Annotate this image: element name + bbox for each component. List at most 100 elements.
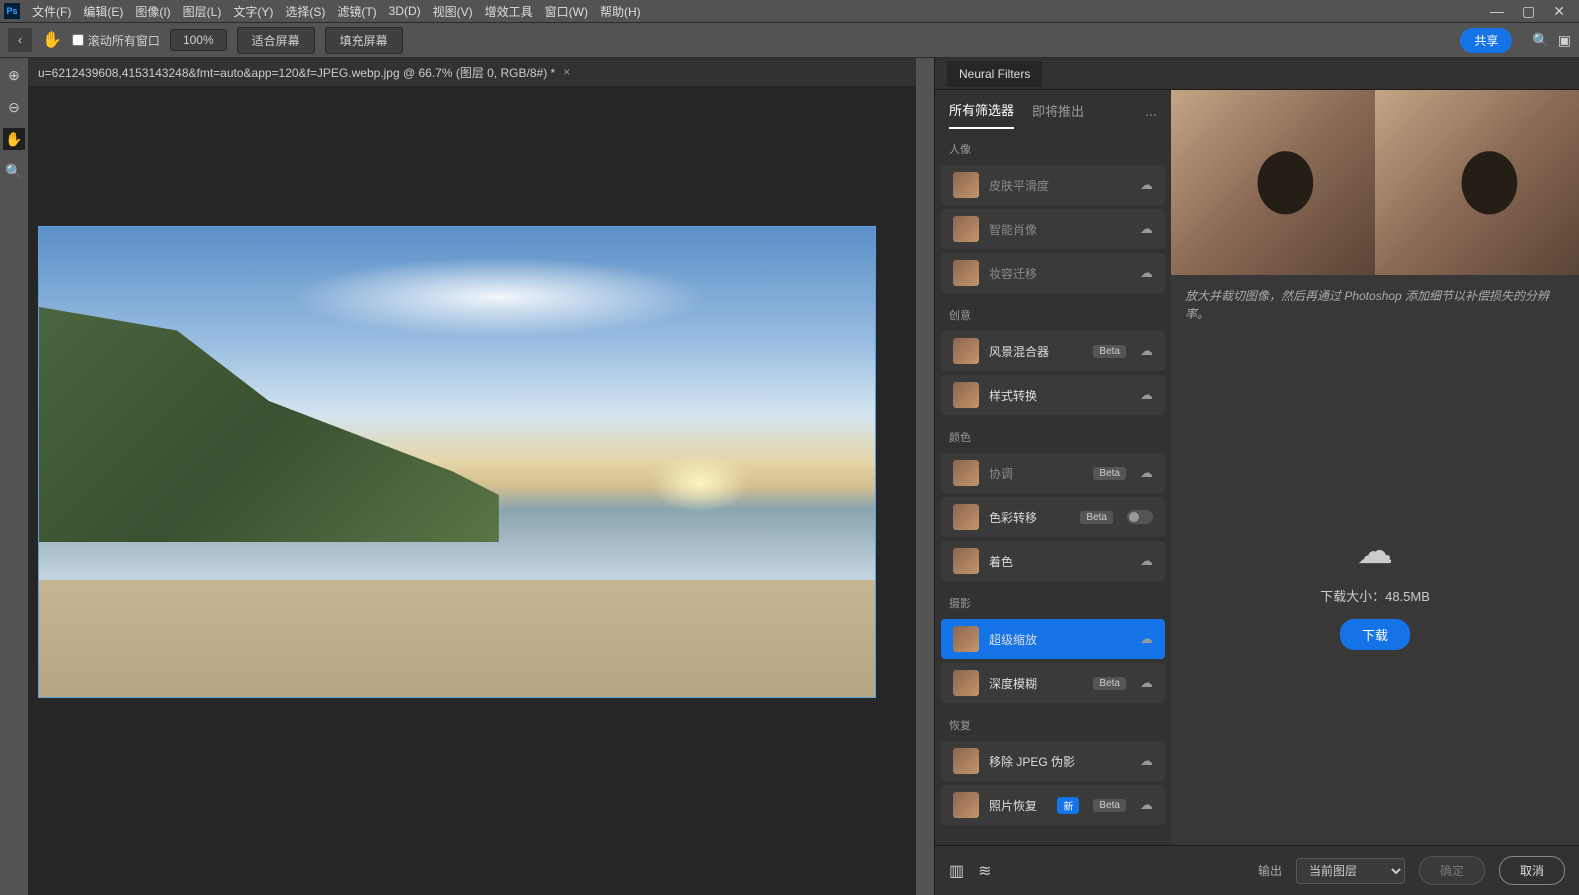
filter-thumb-icon [953, 460, 979, 486]
scroll-all-checkbox[interactable]: 滚动所有窗口 [72, 32, 160, 49]
filter-thumb-icon [953, 626, 979, 652]
filter-thumb-icon [953, 260, 979, 286]
preview-images [1171, 90, 1579, 275]
category-portrait: 人像 [935, 129, 1171, 163]
options-bar: ‹ ✋ 滚动所有窗口 100% 适合屏幕 填充屏幕 共享 🔍 ▣ [0, 22, 1579, 58]
layers-icon[interactable]: ≋ [978, 861, 991, 881]
download-cloud-icon[interactable]: ☁ [1140, 265, 1153, 281]
filter-label: 皮肤平滑度 [989, 177, 1130, 194]
search-icon[interactable]: 🔍 [1532, 32, 1549, 49]
menu-window[interactable]: 窗口(W) [545, 3, 588, 20]
output-select[interactable]: 当前图层 [1296, 858, 1405, 884]
beta-badge: Beta [1080, 511, 1113, 524]
zoom-level[interactable]: 100% [170, 29, 227, 51]
filter-thumb-icon [953, 216, 979, 242]
maximize-icon[interactable]: ▢ [1522, 3, 1535, 20]
download-cloud-icon[interactable]: ☁ [1140, 675, 1153, 691]
download-cloud-icon[interactable]: ☁ [1140, 553, 1153, 569]
download-cloud-icon[interactable]: ☁ [1140, 753, 1153, 769]
workspace-icon[interactable]: ▣ [1558, 32, 1571, 49]
share-button[interactable]: 共享 [1460, 28, 1512, 53]
download-button[interactable]: 下载 [1340, 619, 1410, 650]
filter-smart-portrait[interactable]: 智能肖像 ☁ [941, 209, 1165, 249]
image-cloud [290, 257, 708, 337]
hand-tool-icon[interactable]: ✋ [42, 30, 62, 50]
download-cloud-icon[interactable]: ☁ [1140, 797, 1153, 813]
filter-label: 照片恢复 [989, 797, 1047, 814]
category-color: 颜色 [935, 417, 1171, 451]
filter-harmonize[interactable]: 协调 Beta ☁ [941, 453, 1165, 493]
tab-all-filters[interactable]: 所有筛选器 [949, 100, 1014, 129]
preview-before [1171, 90, 1375, 275]
minimize-icon[interactable]: — [1490, 3, 1504, 20]
download-cloud-icon[interactable]: ☁ [1140, 343, 1153, 359]
filter-photo-restore[interactable]: 照片恢复 新 Beta ☁ [941, 785, 1165, 825]
filter-super-zoom[interactable]: 超级缩放 ☁ [941, 619, 1165, 659]
neural-filters-tab[interactable]: Neural Filters [947, 61, 1042, 87]
hand-tool-icon[interactable]: ✋ [3, 128, 25, 150]
beta-badge: Beta [1093, 677, 1126, 690]
close-tab-icon[interactable]: × [563, 65, 570, 79]
filter-colorize[interactable]: 着色 ☁ [941, 541, 1165, 581]
filter-label: 风景混合器 [989, 343, 1083, 360]
category-restore: 恢复 [935, 705, 1171, 739]
document-title: u=6212439608,4153143248&fmt=auto&app=120… [38, 64, 555, 81]
menu-filter[interactable]: 滤镜(T) [337, 3, 376, 20]
compare-icon[interactable]: ▥ [949, 861, 964, 881]
filter-label: 样式转换 [989, 387, 1130, 404]
menu-3d[interactable]: 3D(D) [389, 4, 421, 18]
cancel-button[interactable]: 取消 [1499, 856, 1565, 885]
canvas-image[interactable] [38, 226, 876, 698]
menu-type[interactable]: 文字(Y) [233, 3, 273, 20]
filter-color-transfer[interactable]: 色彩转移 Beta [941, 497, 1165, 537]
canvas-area[interactable] [28, 86, 916, 895]
ok-button[interactable]: 确定 [1419, 856, 1485, 885]
document-tab-bar: u=6212439608,4153143248&fmt=auto&app=120… [28, 58, 916, 86]
download-cloud-icon[interactable]: ☁ [1140, 177, 1153, 193]
download-cloud-icon[interactable]: ☁ [1140, 465, 1153, 481]
left-tool-strip: ⊕ ⊖ ✋ 🔍 [0, 58, 28, 895]
filter-depth-blur[interactable]: 深度模糊 Beta ☁ [941, 663, 1165, 703]
filter-thumb-icon [953, 382, 979, 408]
toggle-switch[interactable] [1127, 510, 1153, 524]
menu-help[interactable]: 帮助(H) [600, 3, 641, 20]
menu-view[interactable]: 视图(V) [433, 3, 473, 20]
filter-label: 智能肖像 [989, 221, 1130, 238]
fill-screen-button[interactable]: 填充屏幕 [325, 27, 403, 54]
document-tab[interactable]: u=6212439608,4153143248&fmt=auto&app=120… [38, 64, 570, 81]
menu-file[interactable]: 文件(F) [32, 3, 71, 20]
close-window-icon[interactable]: ✕ [1553, 3, 1565, 20]
filter-landscape-mixer[interactable]: 风景混合器 Beta ☁ [941, 331, 1165, 371]
download-cloud-icon[interactable]: ☁ [1140, 221, 1153, 237]
filter-skin-smoothing[interactable]: 皮肤平滑度 ☁ [941, 165, 1165, 205]
menu-edit[interactable]: 编辑(E) [83, 3, 123, 20]
zoom-out-icon[interactable]: ⊖ [3, 96, 25, 118]
filter-label: 深度模糊 [989, 675, 1083, 692]
filter-label: 着色 [989, 553, 1130, 570]
filter-label: 协调 [989, 465, 1083, 482]
filter-style-transfer[interactable]: 样式转换 ☁ [941, 375, 1165, 415]
download-cloud-icon[interactable]: ☁ [1140, 387, 1153, 403]
zoom-tool-icon[interactable]: 🔍 [3, 160, 25, 182]
filter-thumb-icon [953, 548, 979, 574]
menu-plugins[interactable]: 增效工具 [485, 3, 533, 20]
more-options-icon[interactable]: ⋯ [1145, 108, 1157, 122]
filter-makeup-transfer[interactable]: 妆容迁移 ☁ [941, 253, 1165, 293]
back-button[interactable]: ‹ [8, 28, 32, 52]
tab-upcoming[interactable]: 即将推出 [1032, 101, 1084, 128]
filter-label: 妆容迁移 [989, 265, 1130, 282]
menu-image[interactable]: 图像(I) [135, 3, 170, 20]
filter-label: 超级缩放 [989, 631, 1130, 648]
filter-label: 移除 JPEG 伪影 [989, 753, 1130, 770]
right-ruler [916, 58, 934, 895]
menu-select[interactable]: 选择(S) [285, 3, 325, 20]
filter-thumb-icon [953, 504, 979, 530]
filter-jpeg-artifacts[interactable]: 移除 JPEG 伪影 ☁ [941, 741, 1165, 781]
new-badge: 新 [1057, 797, 1079, 814]
menu-layer[interactable]: 图层(L) [183, 3, 222, 20]
filter-description: 放大并裁切图像，然后再通过 Photoshop 添加细节以补偿损失的分辨率。 [1171, 275, 1579, 335]
fit-screen-button[interactable]: 适合屏幕 [237, 27, 315, 54]
category-photo: 摄影 [935, 583, 1171, 617]
download-cloud-icon[interactable]: ☁ [1140, 631, 1153, 647]
zoom-in-icon[interactable]: ⊕ [3, 64, 25, 86]
